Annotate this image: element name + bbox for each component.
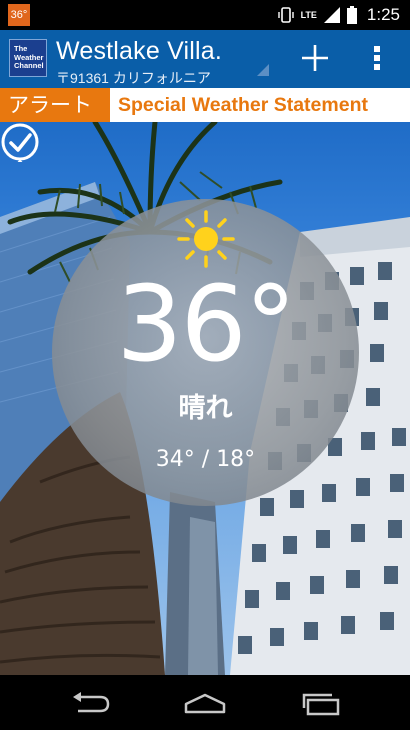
back-button[interactable]: [62, 685, 118, 721]
current-conditions-circle[interactable]: 36° 晴れ 34° / 18°: [52, 199, 359, 506]
temperature-value: 36°: [116, 263, 296, 385]
location-name[interactable]: Westlake Villa.: [56, 37, 222, 66]
vibrate-icon: [277, 7, 294, 23]
weather-channel-logo[interactable]: The Weather Channel: [9, 39, 47, 77]
navigation-bar: [0, 675, 410, 730]
status-clock: 1:25: [366, 5, 400, 24]
overflow-menu-button[interactable]: [362, 39, 392, 77]
action-bar: The Weather Channel Westlake Villa. 〒91361…: [0, 30, 410, 88]
battery-icon: [346, 6, 357, 24]
notification-temperature: 36°: [8, 4, 30, 26]
weather-condition: 晴れ: [178, 393, 233, 424]
add-location-button[interactable]: [296, 39, 334, 77]
sun-icon: [177, 210, 235, 268]
status-icons: LTE 1:25: [277, 4, 400, 26]
overflow-menu-icon: [374, 46, 380, 70]
status-bar: 36° LTE 1:25: [0, 0, 410, 30]
recent-apps-icon: [302, 693, 340, 716]
recent-apps-button[interactable]: [293, 685, 349, 721]
check-circle-icon[interactable]: [0, 122, 40, 162]
alert-tag: アラート: [0, 88, 110, 122]
back-icon: [73, 692, 110, 713]
network-type: LTE: [300, 10, 317, 20]
temperature-range: 34° / 18°: [155, 447, 256, 472]
home-icon: [184, 693, 226, 714]
plus-icon: [302, 45, 328, 71]
location-dropdown-indicator[interactable]: [257, 64, 269, 76]
home-button[interactable]: [177, 685, 233, 721]
location-subtitle[interactable]: 〒91361 カリフォルニア: [56, 68, 271, 84]
current-temperature: 36°: [52, 269, 359, 379]
signal-icon: [323, 7, 340, 23]
alert-headline[interactable]: Special Weather Statement: [118, 88, 368, 122]
alert-bar[interactable]: アラート Special Weather Statement: [0, 88, 410, 122]
